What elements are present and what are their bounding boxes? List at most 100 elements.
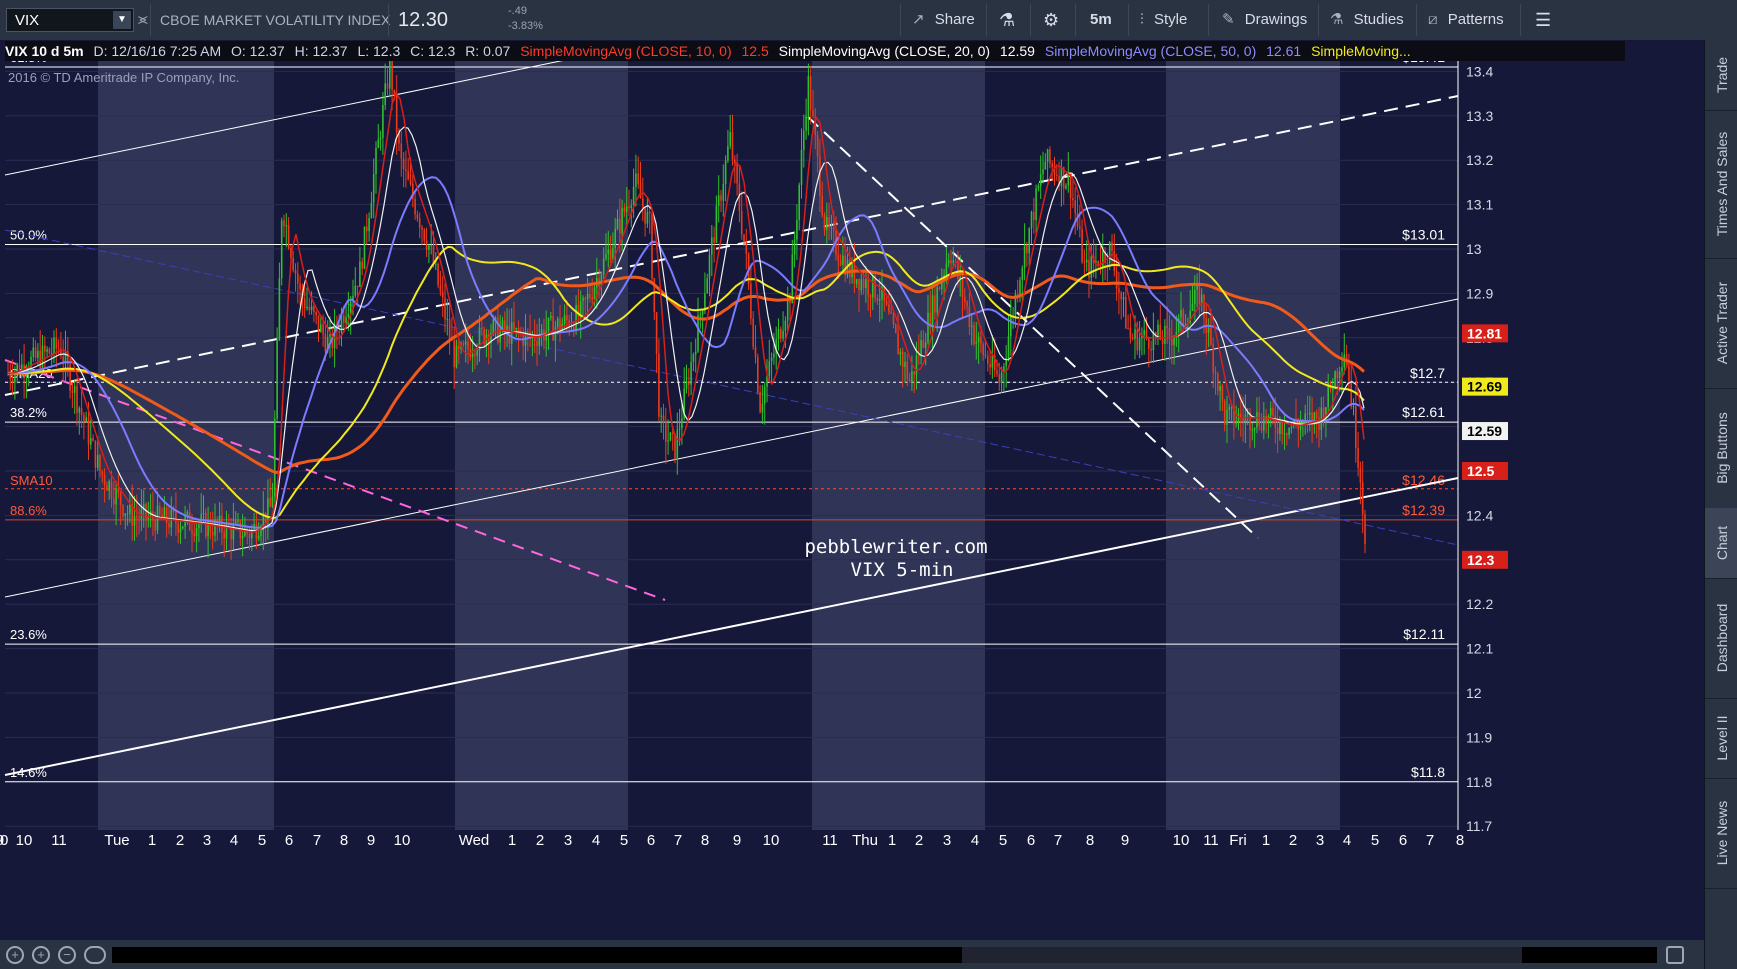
candle-body [966, 301, 968, 307]
share-icon: ↗ [912, 11, 925, 28]
studies-button[interactable]: ⚗ Studies [1330, 0, 1404, 40]
candle-body [271, 496, 274, 507]
candle-body [1122, 297, 1125, 300]
candle-body [117, 488, 120, 493]
candle-body [552, 315, 554, 341]
drawings-button[interactable]: ✎ Drawings [1222, 0, 1307, 40]
info-high: H: 12.37 [294, 43, 348, 59]
zoom-out-icon[interactable]: − [58, 946, 76, 964]
candle-body [1336, 371, 1339, 379]
candle-body [823, 215, 826, 230]
tab-big-buttons[interactable]: Big Buttons [1705, 388, 1737, 509]
info-sma20: SimpleMovingAvg (CLOSE, 20, 0) [778, 43, 991, 59]
horizontal-scrollbar[interactable] [112, 947, 1657, 963]
price-chart[interactable]: 61.8%$13.4150.0%$13.0138.2%$12.6188.6%$1… [0, 40, 1704, 940]
tab-times-and-sales[interactable]: Times And Sales [1705, 110, 1737, 259]
candle-body [375, 147, 377, 175]
candle-body [1221, 385, 1224, 401]
candle-body [1357, 447, 1359, 468]
candle-body [805, 115, 807, 131]
candle-body [441, 291, 444, 298]
bottom-toolbar: + + − [0, 940, 1704, 969]
candle-body [984, 354, 987, 356]
info-sma50: SimpleMovingAvg (CLOSE, 50, 0) [1044, 43, 1257, 59]
candle-body [310, 306, 313, 311]
candle-body [858, 279, 860, 291]
tab-dashboard[interactable]: Dashboard [1705, 578, 1737, 699]
tab-level-ii[interactable]: Level II [1705, 698, 1737, 779]
time-tick-label: 1 [508, 832, 516, 849]
candle-body [605, 254, 607, 259]
candle-body [138, 517, 140, 519]
candle-body [1338, 371, 1341, 379]
candle-body [991, 355, 994, 368]
symbol-input[interactable]: VIX ▼ [6, 8, 134, 32]
tab-trade[interactable]: Trade [1705, 40, 1737, 111]
candle-body [589, 293, 591, 298]
time-tick-label: Fri [1229, 832, 1247, 849]
price-tick-label: 11.9 [1466, 729, 1492, 745]
candle-body [1194, 289, 1196, 304]
link-icon[interactable]: ⪤ [138, 0, 148, 40]
change-box: -.49 -3.83% [508, 4, 543, 34]
candle-body [1207, 327, 1210, 333]
candle-body [113, 498, 115, 505]
tab-live-news[interactable]: Live News [1705, 778, 1737, 889]
candle-body [1180, 309, 1182, 318]
candle-body [1272, 407, 1274, 416]
candle-body [727, 146, 729, 161]
candle-body [869, 295, 872, 298]
info-sma10: SimpleMovingAvg (CLOSE, 10, 0) [520, 43, 732, 59]
candle-body [177, 523, 179, 533]
candle-body [998, 374, 1001, 383]
time-tick-label: 3 [943, 832, 951, 849]
chevron-down-icon[interactable]: ▼ [113, 11, 131, 29]
candle-body [313, 306, 315, 313]
pan-icon[interactable]: + [6, 946, 24, 964]
patterns-button[interactable]: ⧄ Patterns [1428, 0, 1504, 40]
candle-body [586, 293, 589, 300]
zoom-in-icon[interactable]: + [32, 946, 50, 964]
candle-body [471, 354, 474, 358]
symbol-value: VIX [15, 12, 40, 29]
style-button[interactable]: ⫶ Style [1140, 0, 1187, 40]
zoom-reset-icon[interactable] [84, 946, 106, 964]
expand-icon[interactable] [1666, 946, 1684, 964]
candle-body [260, 530, 262, 536]
tab-active-trader[interactable]: Active Trader [1705, 258, 1737, 389]
candle-body [218, 515, 221, 526]
scrollbar-thumb[interactable] [962, 947, 1522, 963]
candle-body [660, 415, 662, 417]
fib-pct-label: 23.6% [10, 627, 47, 642]
candle-body [1115, 270, 1118, 289]
candle-body [1256, 412, 1258, 428]
candle-body [257, 535, 260, 539]
time-tick-label: 7 [674, 832, 682, 849]
gear-icon[interactable]: ⚙ [1043, 0, 1059, 40]
timeframe-button[interactable]: 5m [1090, 0, 1112, 40]
candle-body [446, 319, 449, 321]
candle-body [768, 361, 771, 377]
info-open: O: 12.37 [231, 43, 285, 59]
candle-body [430, 245, 432, 247]
candle-body [619, 218, 621, 234]
candle-body [99, 455, 101, 472]
price-tick-label: 11.7 [1466, 818, 1492, 834]
candle-body [876, 298, 879, 301]
share-button[interactable]: ↗ Share [912, 0, 975, 40]
candle-body [400, 143, 403, 159]
price-tick-label: 13.3 [1466, 108, 1493, 124]
candle-body [796, 219, 798, 240]
price-tick-label: 13 [1466, 241, 1482, 257]
menu-icon[interactable]: ☰ [1535, 0, 1551, 40]
tab-chart[interactable]: Chart [1705, 508, 1737, 579]
candle-body [711, 237, 713, 255]
candle-body [1350, 380, 1352, 407]
candle-body [315, 312, 317, 316]
price-badge-label: 12.5 [1467, 463, 1494, 479]
candle-body [193, 533, 196, 537]
time-tick-label: 5 [1371, 832, 1379, 849]
flask-icon[interactable]: ⚗ [999, 0, 1015, 40]
candle-body [545, 331, 547, 341]
candle-body [1265, 415, 1267, 424]
